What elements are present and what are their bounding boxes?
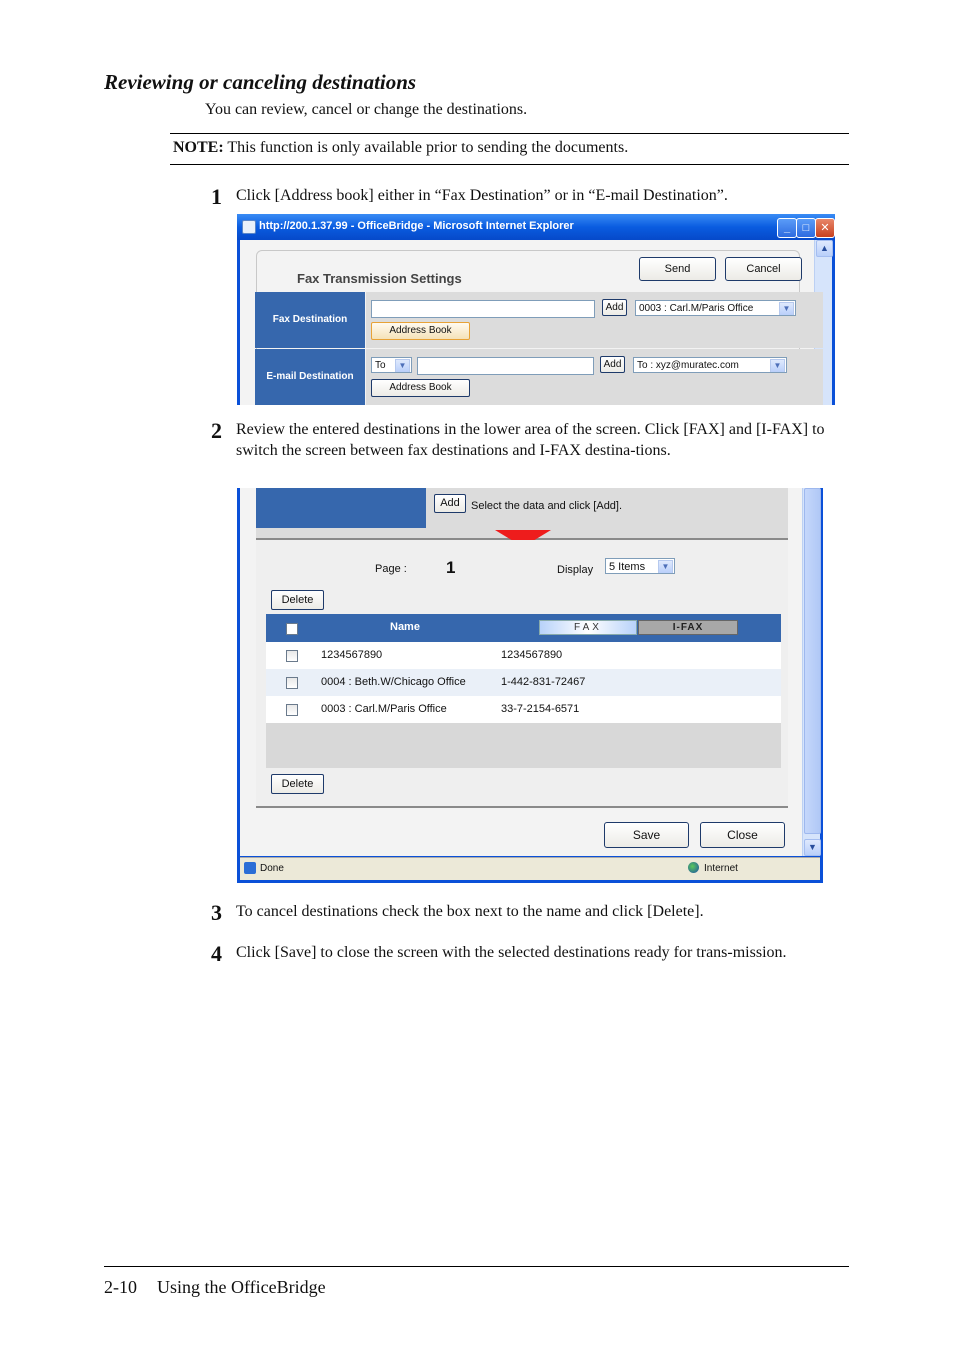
row-number: 1234567890: [501, 649, 563, 661]
step-text: Review the entered destinations in the l…: [236, 421, 825, 459]
close-window-button[interactable]: ✕: [815, 218, 835, 238]
screenshot-destination-list: ▼ Add Select the data and click [Add]. P…: [237, 488, 823, 883]
row-label-block: [256, 488, 426, 528]
note-text: NOTE: This function is only available pr…: [173, 139, 628, 157]
display-selected-value: 5 Items: [609, 561, 646, 573]
email-add-button[interactable]: Add: [600, 356, 625, 373]
footer-page-number: 2-10: [104, 1277, 137, 1297]
section-heading: Reviewing or canceling destinations: [104, 70, 417, 94]
screenshot-fax-settings: http://200.1.37.99 - OfficeBridge - Micr…: [237, 214, 835, 405]
page-label: Page :: [375, 563, 407, 575]
delete-button-bottom[interactable]: Delete: [271, 774, 324, 794]
email-selected-value: To : xyz@muratec.com: [637, 360, 739, 371]
zone-text: Internet: [704, 863, 738, 874]
chevron-down-icon: ▼: [779, 302, 794, 315]
fax-add-button[interactable]: Add: [602, 299, 627, 316]
step-text: To cancel destinations check the box nex…: [236, 903, 704, 920]
page-number: 1: [446, 558, 456, 577]
status-bar: Done Internet: [240, 857, 820, 880]
row-name: 0004 : Beth.W/Chicago Office: [321, 676, 466, 688]
fax-number-input[interactable]: [371, 300, 595, 318]
fax-destination-select[interactable]: 0003 : Carl.M/Paris Office ▼: [635, 300, 796, 316]
page-footer: 2-10 Using the OfficeBridge: [104, 1277, 326, 1298]
step-number: 1: [211, 184, 222, 209]
step-number: 2: [211, 418, 222, 443]
note-label: NOTE:: [173, 139, 224, 156]
send-button[interactable]: Send: [639, 257, 716, 281]
status-text: Done: [260, 863, 284, 874]
ie-page-icon: [242, 220, 256, 234]
note-box: NOTE: This function is only available pr…: [170, 133, 849, 165]
display-count-select[interactable]: 5 Items ▼: [605, 558, 675, 574]
table-row: 0004 : Beth.W/Chicago Office 1-442-831-7…: [266, 669, 781, 696]
scroll-thumb[interactable]: [804, 488, 821, 834]
note-body: This function is only available prior to…: [223, 139, 629, 156]
footer-rule: [104, 1266, 849, 1267]
email-destination-label: E-mail Destination: [255, 349, 365, 405]
email-destination-select[interactable]: To : xyz@muratec.com ▼: [633, 357, 787, 373]
select-all-checkbox[interactable]: [286, 623, 298, 635]
fax-destination-label: Fax Destination: [255, 292, 365, 348]
row-name: 1234567890: [321, 649, 383, 661]
close-button[interactable]: Close: [700, 822, 785, 848]
table-row: 0003 : Carl.M/Paris Office 33-7-2154-657…: [266, 696, 781, 723]
step-text: Click [Save] to close the screen with th…: [236, 944, 787, 961]
destination-list-panel: Page : 1 Display 5 Items ▼ Delete Name FA…: [256, 540, 788, 808]
scroll-up-icon[interactable]: ▲: [816, 240, 833, 257]
table-header: Name FAX I-FAX: [266, 614, 781, 642]
window-titlebar: http://200.1.37.99 - OfficeBridge - Micr…: [237, 214, 835, 240]
cancel-button[interactable]: Cancel: [725, 257, 802, 281]
row-checkbox[interactable]: [286, 677, 298, 689]
ie-page-icon: [244, 862, 256, 874]
chevron-down-icon: ▼: [770, 359, 785, 372]
email-address-book-button[interactable]: Address Book: [371, 379, 470, 397]
add-hint: Select the data and click [Add].: [471, 500, 623, 512]
email-destination-row: To ▼ Add To : xyz@muratec.com ▼ Address Bo…: [366, 349, 823, 405]
email-type-select[interactable]: To ▼: [371, 357, 412, 373]
fax-destination-row: Add 0003 : Carl.M/Paris Office ▼ Address …: [366, 292, 823, 348]
intro-text: You can review, cancel or change the des…: [205, 101, 528, 118]
fax-address-book-button[interactable]: Address Book: [371, 322, 470, 340]
delete-button-top[interactable]: Delete: [271, 590, 324, 610]
settings-panel: Fax Transmission Settings Send Cancel Fa…: [255, 250, 823, 405]
browser-content: ▲ Fax Transmission Settings Send Cancel …: [240, 240, 833, 405]
name-column-header: Name: [390, 621, 420, 633]
window-title: http://200.1.37.99 - OfficeBridge - Micr…: [259, 220, 574, 232]
table-row: 1234567890 1234567890: [266, 642, 781, 669]
tab-fax[interactable]: FAX: [539, 620, 637, 635]
display-label: Display: [557, 564, 594, 576]
globe-icon: [688, 862, 699, 873]
step-number: 3: [211, 900, 222, 925]
maximize-button[interactable]: □: [796, 218, 816, 238]
fax-selected-value: 0003 : Carl.M/Paris Office: [639, 303, 754, 314]
row-number: 1-442-831-72467: [501, 676, 586, 688]
minimize-button[interactable]: _: [777, 218, 797, 238]
chevron-down-icon: ▼: [658, 560, 673, 573]
browser-content: ▼ Add Select the data and click [Add]. P…: [240, 488, 821, 856]
row-number: 33-7-2154-6571: [501, 703, 580, 715]
row-name: 0003 : Carl.M/Paris Office: [321, 703, 447, 715]
row-checkbox[interactable]: [286, 650, 298, 662]
chevron-down-icon: ▼: [395, 359, 410, 372]
step-number: 4: [211, 941, 222, 966]
vertical-scrollbar[interactable]: ▼: [802, 488, 821, 856]
add-button[interactable]: Add: [434, 494, 466, 513]
row-checkbox[interactable]: [286, 704, 298, 716]
page-title: Fax Transmission Settings: [297, 271, 462, 286]
email-address-input[interactable]: [417, 357, 594, 375]
footer-section: Using the OfficeBridge: [157, 1277, 326, 1297]
save-button[interactable]: Save: [604, 822, 689, 848]
email-type-value: To: [375, 360, 386, 371]
scroll-down-icon[interactable]: ▼: [804, 839, 821, 856]
tab-i-fax[interactable]: I-FAX: [638, 620, 738, 635]
step-text: Click [Address book] either in “Fax Dest…: [236, 187, 728, 204]
table-empty-area: [266, 723, 781, 768]
